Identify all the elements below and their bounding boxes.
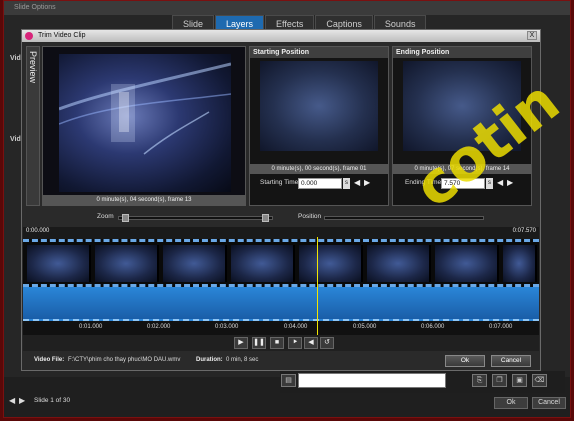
play-button[interactable]: ▶ (234, 337, 248, 349)
duration-value: 0 min, 8 sec (226, 357, 259, 363)
ruler-label: 0:06.000 (421, 324, 445, 330)
parent-ok-button[interactable]: Ok (494, 397, 528, 409)
starting-position-header: Starting Position (250, 47, 388, 58)
filmstrip-frame (95, 245, 159, 282)
starting-time-forward-icon[interactable]: ▶ (364, 178, 370, 187)
zoom-label: Zoom (97, 213, 114, 220)
starting-time-back-icon[interactable]: ◀ (354, 178, 360, 187)
slide-counter: Slide 1 of 30 (34, 397, 71, 404)
ending-time-label: Ending Time (405, 179, 442, 186)
light-streak-graphic (59, 62, 231, 155)
ruler-label: 0:04.000 (284, 324, 308, 330)
zoom-slider[interactable] (118, 214, 273, 222)
pause-button[interactable]: ❚❚ (252, 337, 266, 349)
ending-time-row: Ending Time s ◀ ▶ (393, 177, 531, 191)
close-icon[interactable]: X (527, 31, 537, 40)
video-file-label: Video File: (34, 357, 65, 363)
ruler-label: 0:02.000 (147, 324, 171, 330)
ending-time-input[interactable] (441, 178, 485, 189)
trim-video-dialog: Trim Video Clip X Preview 0 minute(s), 0… (21, 29, 541, 371)
ending-time-back-icon[interactable]: ◀ (497, 178, 503, 187)
dialog-ok-button[interactable]: Ok (445, 355, 485, 367)
filmstrip (23, 239, 539, 287)
starting-time-unit: s (343, 178, 350, 189)
timeline-start-label: 0:00.000 (26, 228, 50, 234)
ruler-label: 0:07.000 (489, 324, 513, 330)
preview-tab-label: Preview (28, 51, 38, 84)
filmstrip-frame (435, 245, 499, 282)
filmstrip-frame (163, 245, 227, 282)
zoom-slider-thumb-right[interactable] (262, 214, 269, 222)
layer-toolbar: ▤ ⎘ ❐ ▣ ⌫ (280, 371, 565, 393)
preview-video-frame (59, 54, 231, 192)
loop-button[interactable]: ↺ (320, 337, 334, 349)
ending-position-header: Ending Position (393, 47, 531, 58)
layer-name-input[interactable] (298, 373, 446, 388)
position-slider[interactable] (324, 216, 484, 220)
preview-tab[interactable]: Preview (26, 46, 40, 206)
paste-layer-icon[interactable]: ▣ (512, 374, 527, 387)
prev-slide-icon[interactable]: ◀ (9, 396, 15, 405)
ending-position-panel: Ending Position 0 minute(s), 07 second(s… (392, 46, 532, 206)
ruler-label: 0:05.000 (353, 324, 377, 330)
dialog-cancel-button[interactable]: Cancel (491, 355, 531, 367)
starting-frame-thumbnail (260, 61, 378, 151)
ending-time-forward-icon[interactable]: ▶ (507, 178, 513, 187)
ruler-label: 0:01.000 (79, 324, 103, 330)
filmstrip-frame (299, 245, 363, 282)
next-slide-icon[interactable]: ▶ (19, 396, 25, 405)
set-start-button[interactable]: ⯈ (288, 337, 302, 349)
preview-panel: 0 minute(s), 04 second(s), frame 13 (42, 46, 246, 206)
filmstrip-frame (367, 245, 431, 282)
ending-time-unit: s (486, 178, 493, 189)
dialog-title: Trim Video Clip (38, 32, 86, 39)
position-label: Position (298, 213, 322, 220)
zoom-position-row: Zoom Position (22, 213, 540, 223)
dialog-footer: Video File: F:\CTY\phim cho thay phuc\MO… (22, 352, 540, 370)
filmstrip-frame (503, 245, 537, 282)
starting-frame-caption: 0 minute(s), 00 second(s), frame 01 (250, 164, 388, 174)
window-title: Slide Options (4, 1, 570, 15)
duration-label: Duration: (196, 357, 223, 363)
trim-selection-track[interactable] (23, 287, 539, 321)
caption-list-icon[interactable]: ▤ (281, 374, 296, 387)
zoom-slider-thumb-left[interactable] (122, 214, 129, 222)
stop-button[interactable]: ■ (270, 337, 284, 349)
set-end-button[interactable]: ◀ (304, 337, 318, 349)
timeline-end-label: 0:07.570 (512, 228, 536, 234)
side-label-video-2: Vid (10, 136, 21, 143)
starting-time-row: Starting Time s ◀ ▶ (250, 177, 388, 191)
timeline-range-labels: 0:00.000 0:07.570 (23, 227, 539, 237)
video-file-path: F:\CTY\phim cho thay phuc\MO DAU.wmv (68, 357, 181, 363)
delete-layer-icon[interactable]: ⌫ (532, 374, 547, 387)
app-icon (25, 32, 33, 40)
copy-layer-icon[interactable]: ❐ (492, 374, 507, 387)
dialog-title-bar: Trim Video Clip X (22, 30, 540, 42)
playhead[interactable] (317, 237, 318, 335)
starting-time-label: Starting Time (260, 179, 299, 186)
filmstrip-frame (27, 245, 91, 282)
preview-frame-caption: 0 minute(s), 04 second(s), frame 13 (43, 195, 245, 205)
time-ruler: 0:01.000 0:02.000 0:03.000 0:04.000 0:05… (23, 321, 539, 335)
filmstrip-frame (231, 245, 295, 282)
parent-cancel-button[interactable]: Cancel (532, 397, 566, 409)
side-label-video-1: Vid (10, 55, 21, 62)
starting-time-input[interactable] (298, 178, 342, 189)
add-layer-icon[interactable]: ⎘ (472, 374, 487, 387)
starting-position-panel: Starting Position 0 minute(s), 00 second… (249, 46, 389, 206)
ending-frame-thumbnail (403, 61, 521, 151)
ruler-label: 0:03.000 (215, 324, 239, 330)
timeline[interactable]: 0:00.000 0:07.570 0:01.000 0:02.000 0:03… (23, 227, 539, 351)
playback-controls: ▶ ❚❚ ■ ⯈ ◀ ↺ (23, 335, 539, 351)
ending-frame-caption: 0 minute(s), 07 second(s), frame 14 (393, 164, 531, 174)
